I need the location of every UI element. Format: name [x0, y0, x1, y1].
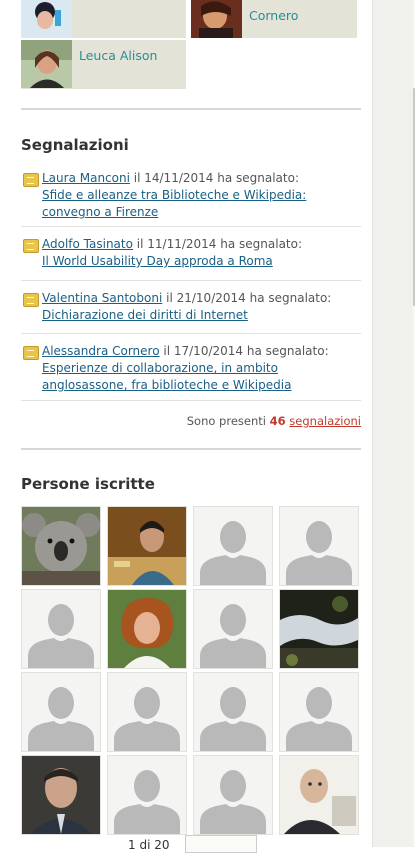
section-divider: [21, 108, 361, 110]
report-icon: [23, 173, 39, 187]
report-meta: il 17/10/2014 ha segnalato:: [163, 344, 329, 358]
member-avatar-placeholder[interactable]: [193, 672, 273, 752]
report-user-link[interactable]: Adolfo Tasinato: [42, 237, 133, 251]
section-divider: [21, 448, 361, 450]
member-name[interactable]: Leuca Alison: [79, 48, 157, 63]
report-title-link[interactable]: Il World Usability Day approda a Roma: [42, 254, 273, 268]
member-avatar[interactable]: [21, 0, 72, 38]
member-avatar[interactable]: [107, 506, 187, 586]
member-avatar[interactable]: [279, 755, 359, 835]
report-title-link[interactable]: Esperienze di collaborazione, in ambito …: [42, 361, 291, 392]
member-avatar-placeholder[interactable]: [193, 506, 273, 586]
member-avatar-placeholder[interactable]: [279, 672, 359, 752]
member-avatar-placeholder[interactable]: [21, 589, 101, 669]
member-avatar[interactable]: [107, 589, 187, 669]
total-count: 46: [269, 414, 286, 428]
member-avatar[interactable]: [21, 40, 72, 88]
member-card[interactable]: [21, 0, 186, 38]
member-avatar-placeholder[interactable]: [107, 755, 187, 835]
report-separator: [21, 280, 361, 281]
report-icon: [23, 293, 39, 307]
member-avatar[interactable]: [279, 589, 359, 669]
report-separator: [21, 333, 361, 334]
member-avatar-placeholder[interactable]: [107, 672, 187, 752]
report-meta: il 11/11/2014 ha segnalato:: [136, 237, 303, 251]
member-name[interactable]: Cornero: [249, 8, 298, 23]
member-avatar-placeholder[interactable]: [193, 589, 273, 669]
member-card[interactable]: Leuca Alison: [21, 40, 186, 89]
report-title-link[interactable]: Dichiarazione dei diritti di Internet: [42, 308, 248, 322]
report-meta: il 14/11/2014 ha segnalato:: [133, 171, 299, 185]
member-avatar[interactable]: [21, 506, 101, 586]
persone-title: Persone iscritte: [21, 475, 155, 493]
report-user-link[interactable]: Valentina Santoboni: [42, 291, 162, 305]
pager-next-button[interactable]: [185, 835, 257, 853]
report-item: Alessandra Cornero il 17/10/2014 ha segn…: [21, 343, 361, 394]
report-item: Valentina Santoboni il 21/10/2014 ha seg…: [21, 290, 361, 324]
pager-text: 1 di 20: [128, 838, 170, 852]
report-item: Adolfo Tasinato il 11/11/2014 ha segnala…: [21, 236, 361, 270]
report-icon: [23, 346, 39, 360]
report-icon: [23, 239, 39, 253]
page-gutter: [372, 0, 415, 847]
member-avatar-placeholder[interactable]: [21, 672, 101, 752]
report-separator: [21, 400, 361, 401]
reports-total: Sono presenti 46 segnalazioni: [187, 414, 361, 428]
report-item: Laura Manconi il 14/11/2014 ha segnalato…: [21, 170, 361, 221]
all-reports-link[interactable]: segnalazioni: [289, 414, 361, 428]
member-avatar-placeholder[interactable]: [279, 506, 359, 586]
total-prefix: Sono presenti: [186, 414, 266, 428]
segnalazioni-title: Segnalazioni: [21, 136, 129, 154]
report-title-link[interactable]: Sfide e alleanze tra Biblioteche e Wikip…: [42, 188, 306, 219]
report-user-link[interactable]: Laura Manconi: [42, 171, 130, 185]
member-avatar-placeholder[interactable]: [193, 755, 273, 835]
report-meta: il 21/10/2014 ha segnalato:: [166, 291, 332, 305]
member-avatar[interactable]: [191, 0, 242, 38]
report-user-link[interactable]: Alessandra Cornero: [42, 344, 160, 358]
report-separator: [21, 226, 361, 227]
member-avatar[interactable]: [21, 755, 101, 835]
member-card[interactable]: Cornero: [191, 0, 357, 38]
